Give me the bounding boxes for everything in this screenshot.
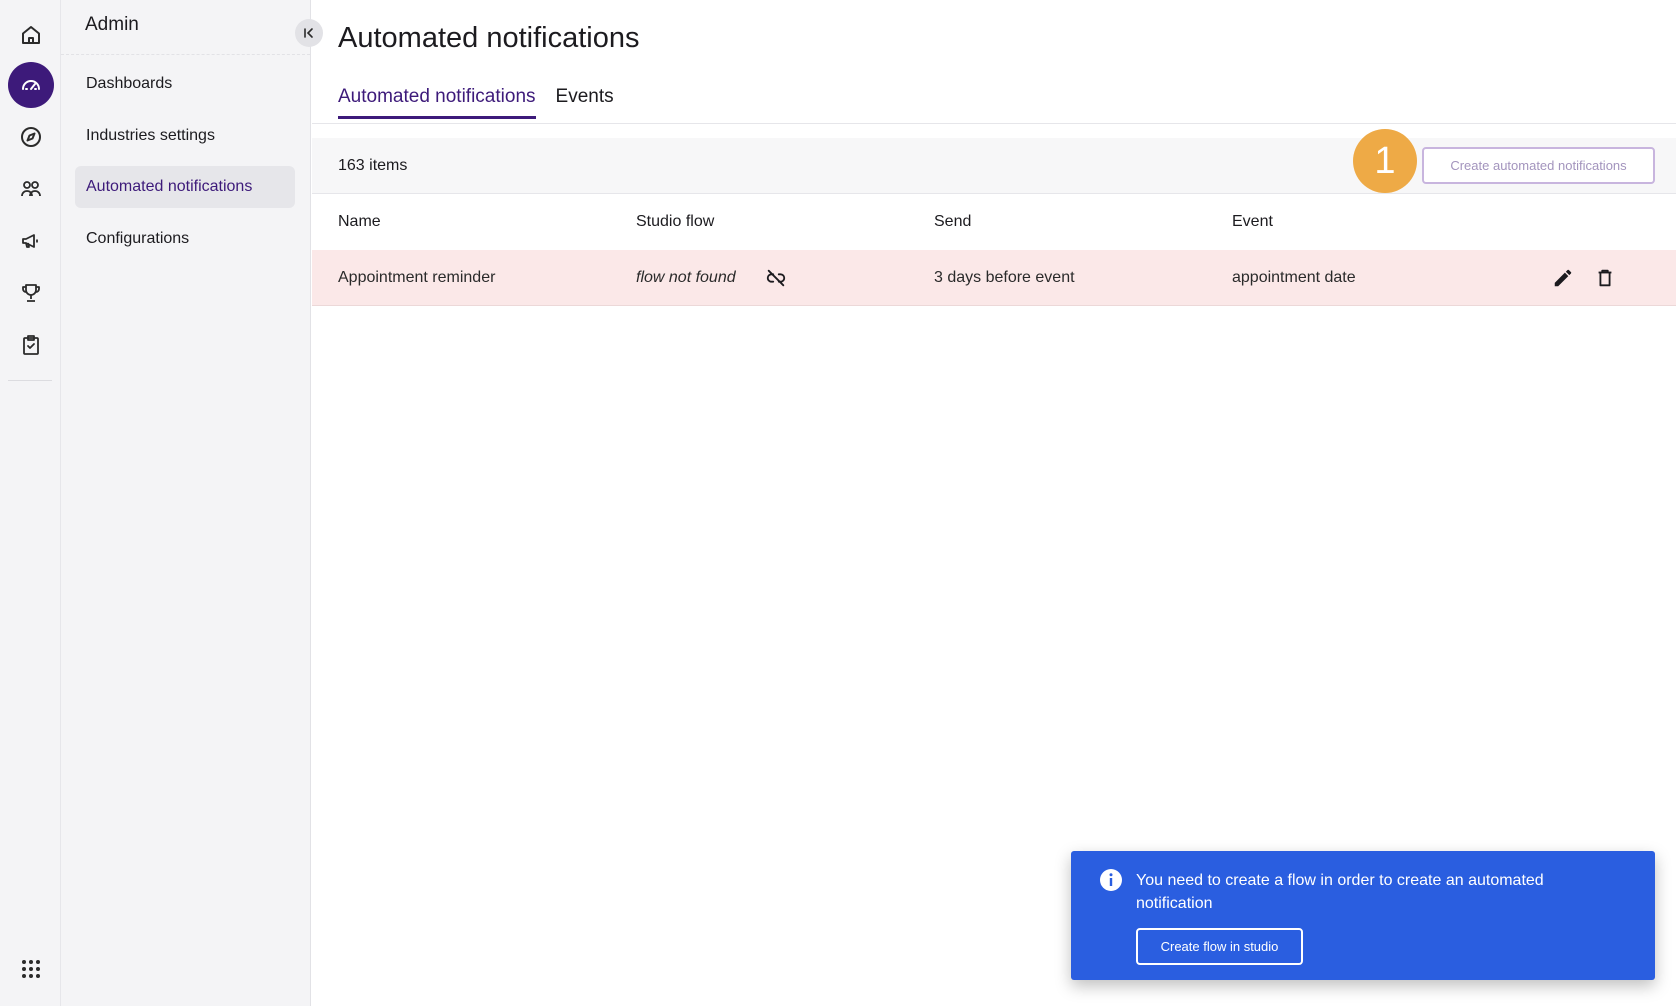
trophy-icon[interactable] <box>8 270 54 316</box>
sidebar-title: Admin <box>85 14 139 35</box>
row-name: Appointment reminder <box>338 269 496 286</box>
table-header: Name Studio flow Send Event <box>312 194 1676 250</box>
items-count: 163 items <box>338 157 408 174</box>
toast-message: You need to create a flow in order to cr… <box>1136 872 1544 912</box>
edit-pencil-icon[interactable] <box>1551 266 1575 290</box>
home-icon[interactable] <box>8 12 54 58</box>
admin-sidebar: Admin Dashboards Industries settings Aut… <box>61 0 311 1006</box>
tabs-divider <box>312 123 1676 124</box>
sidebar-item-configurations[interactable]: Configurations <box>75 218 295 260</box>
sidebar-item-automated-notifications[interactable]: Automated notifications <box>75 166 295 208</box>
sidebar-divider <box>61 54 310 55</box>
step-badge: 1 <box>1353 129 1417 193</box>
users-icon[interactable] <box>8 166 54 212</box>
tab-automated-notifications[interactable]: Automated notifications <box>338 86 536 119</box>
tab-bar: Automated notifications Events <box>338 86 614 119</box>
apps-grid-icon[interactable] <box>8 946 54 992</box>
info-icon <box>1099 868 1123 892</box>
broken-link-icon <box>764 266 788 290</box>
row-event: appointment date <box>1232 269 1356 286</box>
clipboard-check-icon[interactable] <box>8 322 54 368</box>
row-send: 3 days before event <box>934 269 1075 286</box>
delete-trash-icon[interactable] <box>1593 266 1617 290</box>
sidebar-item-dashboards[interactable]: Dashboards <box>75 63 295 105</box>
collapse-sidebar-button[interactable] <box>295 19 323 47</box>
create-flow-in-studio-button[interactable]: Create flow in studio <box>1136 928 1303 965</box>
icon-rail <box>0 0 61 1006</box>
table-row[interactable]: Appointment reminder flow not found 3 da… <box>312 250 1676 306</box>
compass-icon[interactable] <box>8 114 54 160</box>
megaphone-icon[interactable] <box>8 218 54 264</box>
info-toast: You need to create a flow in order to cr… <box>1071 851 1655 980</box>
tab-events[interactable]: Events <box>556 86 614 119</box>
dashboard-gauge-icon[interactable] <box>8 62 54 108</box>
table-toolbar: 163 items 1 Create automated notificatio… <box>312 129 1676 194</box>
sidebar-item-industries-settings[interactable]: Industries settings <box>75 115 295 157</box>
column-header-name[interactable]: Name <box>338 213 381 231</box>
create-automated-notifications-button[interactable]: Create automated notifications <box>1422 147 1655 184</box>
page-title: Automated notifications <box>338 22 640 54</box>
column-header-studio-flow[interactable]: Studio flow <box>636 213 714 231</box>
column-header-event[interactable]: Event <box>1232 213 1273 231</box>
rail-divider <box>8 380 52 381</box>
row-studio-flow: flow not found <box>636 269 736 286</box>
column-header-send[interactable]: Send <box>934 213 971 231</box>
